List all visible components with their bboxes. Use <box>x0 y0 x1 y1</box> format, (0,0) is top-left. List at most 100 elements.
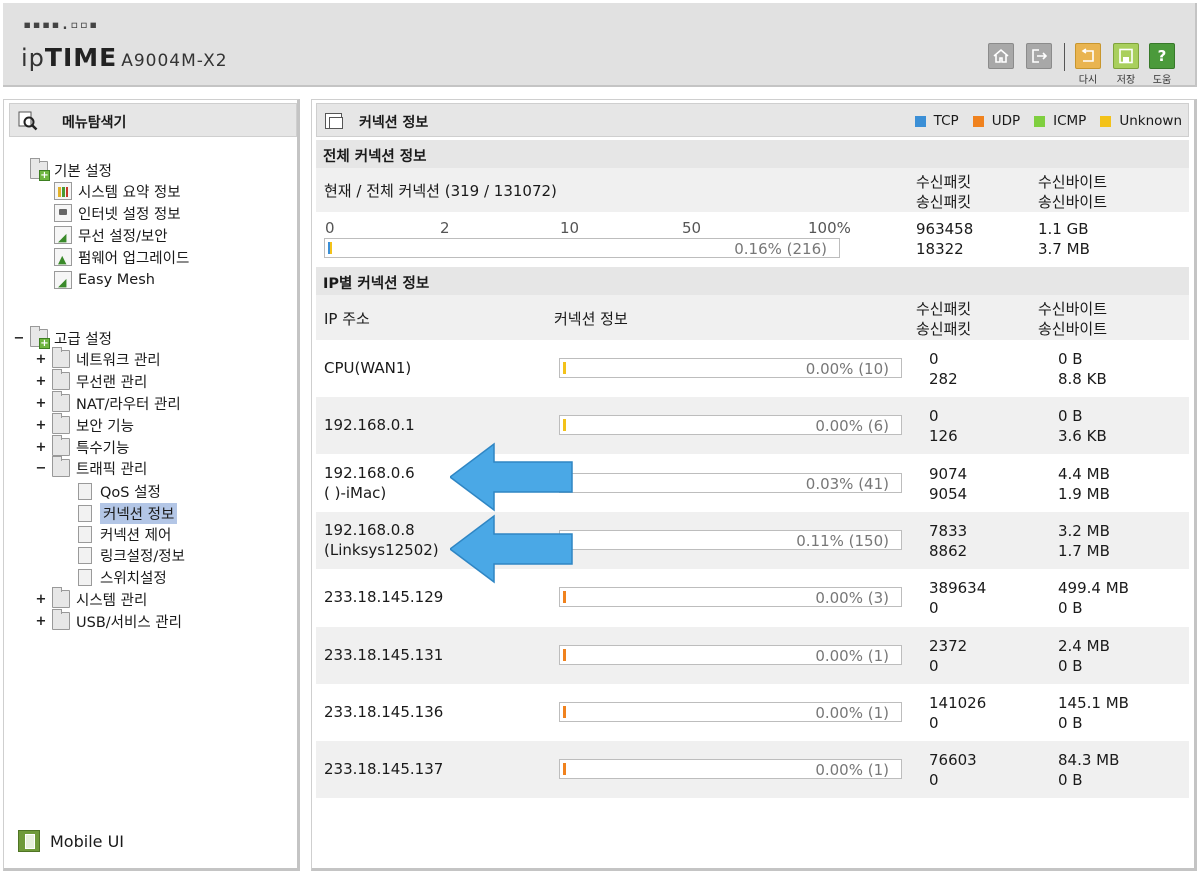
reset-button[interactable] <box>1075 43 1101 69</box>
connection-percent: 0.00% (1) <box>815 704 889 722</box>
expand-toggle[interactable]: + <box>34 418 48 433</box>
scale-10: 10 <box>560 219 580 237</box>
send-packets: 0 <box>929 714 939 732</box>
recv-bytes: 145.1 MB <box>1058 694 1129 712</box>
home-icon <box>993 48 1009 63</box>
sidebar-subitem-link-settings[interactable]: 링크설정/정보 <box>78 545 185 565</box>
host-name: ( )-iMac) <box>324 484 387 502</box>
send-bytes: 0 B <box>1058 714 1083 732</box>
recv-packets: 9074 <box>929 465 968 483</box>
page-icon <box>78 482 92 500</box>
sidebar-subitem-qos[interactable]: QoS 설정 <box>78 481 161 501</box>
highlight-arrow-icon <box>450 442 573 512</box>
recv-bytes: 0 B <box>1058 407 1083 425</box>
tree-basic-settings[interactable]: + 기본 설정 <box>30 158 112 181</box>
page-icon <box>78 525 92 543</box>
collapse-toggle[interactable]: − <box>34 461 48 476</box>
expand-toggle[interactable]: + <box>34 592 48 607</box>
current-total-label: 현재 / 전체 커넥션 (319 / 131072) <box>324 182 557 200</box>
sidebar-item-traffic[interactable]: − 트래픽 관리 <box>34 456 147 478</box>
expand-toggle[interactable]: + <box>34 374 48 389</box>
send-bytes: 0 B <box>1058 657 1083 675</box>
save-button[interactable] <box>1113 43 1139 69</box>
sidebar-item-wireless[interactable]: + 무선랜 관리 <box>34 369 147 391</box>
magnifier-icon <box>18 111 38 131</box>
home-button[interactable] <box>988 43 1014 69</box>
connection-usage-bar: 0.03% (41) <box>559 473 902 493</box>
sidebar-item-label: 네트워크 관리 <box>76 352 161 369</box>
help-button[interactable]: ? <box>1149 43 1175 69</box>
ip-column-header: IP 주소 <box>324 310 370 328</box>
expand-toggle[interactable]: + <box>34 396 48 411</box>
sidebar-item-label: 인터넷 설정 정보 <box>78 206 181 223</box>
sidebar-item-label: NAT/라우터 관리 <box>76 396 181 413</box>
recv-byte-header: 수신바이트 <box>1038 300 1108 318</box>
send-bytes: 3.6 KB <box>1058 427 1107 445</box>
connection-column-header: 커넥션 정보 <box>554 310 628 328</box>
connection-percent: 0.03% (41) <box>805 475 889 493</box>
sidebar-item-label: 무선 설정/보안 <box>78 228 168 245</box>
sidebar-item-security[interactable]: + 보안 기능 <box>34 413 134 435</box>
logout-button[interactable] <box>1026 43 1052 69</box>
floppy-icon <box>1119 48 1133 64</box>
total-send-bytes: 3.7 MB <box>1038 240 1090 258</box>
usage-fill <box>563 419 566 431</box>
collapse-toggle[interactable]: − <box>12 331 26 346</box>
sidebar-item-label: 펌웨어 업그레이드 <box>78 250 190 267</box>
page-title: 커넥션 정보 <box>359 115 429 131</box>
header-separator <box>1064 43 1065 71</box>
send-packets: 9054 <box>929 485 968 503</box>
usb-folder-icon <box>52 609 70 630</box>
sidebar-item-label: 보안 기능 <box>76 418 134 435</box>
question-icon: ? <box>1157 47 1167 65</box>
sidebar-item-usb[interactable]: + USB/서비스 관리 <box>34 609 182 631</box>
connection-percent: 0.00% (6) <box>815 417 889 435</box>
reset-label: 다시 <box>1078 75 1098 86</box>
scale-50: 50 <box>682 219 702 237</box>
expand-toggle[interactable]: + <box>34 440 48 455</box>
connection-percent: 0.00% (1) <box>815 647 889 665</box>
recv-bytes: 499.4 MB <box>1058 579 1129 597</box>
sidebar-item-firmware-upgrade[interactable]: 펌웨어 업그레이드 <box>54 247 189 267</box>
sidebar-item-system[interactable]: + 시스템 관리 <box>34 587 148 609</box>
send-packet-header: 송신패킷 <box>916 193 972 211</box>
chart-doc-icon <box>54 182 72 200</box>
system-folder-icon <box>52 587 70 608</box>
sidebar-subitem-connection-info[interactable]: 커넥션 정보 <box>78 502 178 524</box>
sidebar-item-wireless-security[interactable]: 무선 설정/보안 <box>54 225 168 245</box>
recv-packets: 389634 <box>929 579 987 597</box>
connection-percent: 0.11% (150) <box>796 532 889 550</box>
sidebar-subitem-switch-settings[interactable]: 스위치설정 <box>78 567 167 587</box>
sidebar-item-internet-info[interactable]: 인터넷 설정 정보 <box>54 203 181 223</box>
send-bytes: 0 B <box>1058 771 1083 789</box>
sidebar-item-label: 시스템 관리 <box>76 592 148 609</box>
brand-logo: ip TIME A9004M-X2 <box>21 43 228 72</box>
usage-fill <box>563 649 566 661</box>
recv-packets: 7833 <box>929 522 968 540</box>
expand-toggle[interactable]: + <box>34 352 48 367</box>
sidebar-item-nat-router[interactable]: + NAT/라우터 관리 <box>34 391 181 413</box>
recv-byte-header: 수신바이트 <box>1038 173 1108 191</box>
sidebar-item-system-summary[interactable]: 시스템 요약 정보 <box>54 181 181 201</box>
recv-bytes: 4.4 MB <box>1058 465 1110 483</box>
sidebar-item-label: USB/서비스 관리 <box>76 614 182 631</box>
sidebar-subitem-connection-control[interactable]: 커넥션 제어 <box>78 524 171 544</box>
send-packets: 0 <box>929 599 939 617</box>
tree-advanced-settings[interactable]: − + 고급 설정 <box>12 326 112 349</box>
window-icon <box>325 113 343 129</box>
special-folder-icon <box>52 435 70 456</box>
sidebar-item-easy-mesh[interactable]: Easy Mesh <box>54 270 155 290</box>
expand-toggle[interactable]: + <box>34 614 48 629</box>
usage-fill <box>563 591 566 603</box>
sidebar-item-label-selected: 커넥션 정보 <box>100 502 178 524</box>
sidebar-item-special[interactable]: + 특수기능 <box>34 435 129 457</box>
connection-usage-bar: 0.00% (1) <box>559 759 902 779</box>
sidebar-item-label: Easy Mesh <box>78 272 155 288</box>
recv-packets: 141026 <box>929 694 987 712</box>
legend-tcp: TCP <box>914 113 959 129</box>
mobile-ui-link[interactable]: Mobile UI <box>18 830 124 852</box>
tree-basic-settings-label: 기본 설정 <box>54 163 112 180</box>
sidebar-item-network[interactable]: + 네트워크 관리 <box>34 347 161 369</box>
brand-logo-dots: ▪▪▪▪.▫▫▪ <box>23 17 99 33</box>
page-icon <box>78 546 92 564</box>
